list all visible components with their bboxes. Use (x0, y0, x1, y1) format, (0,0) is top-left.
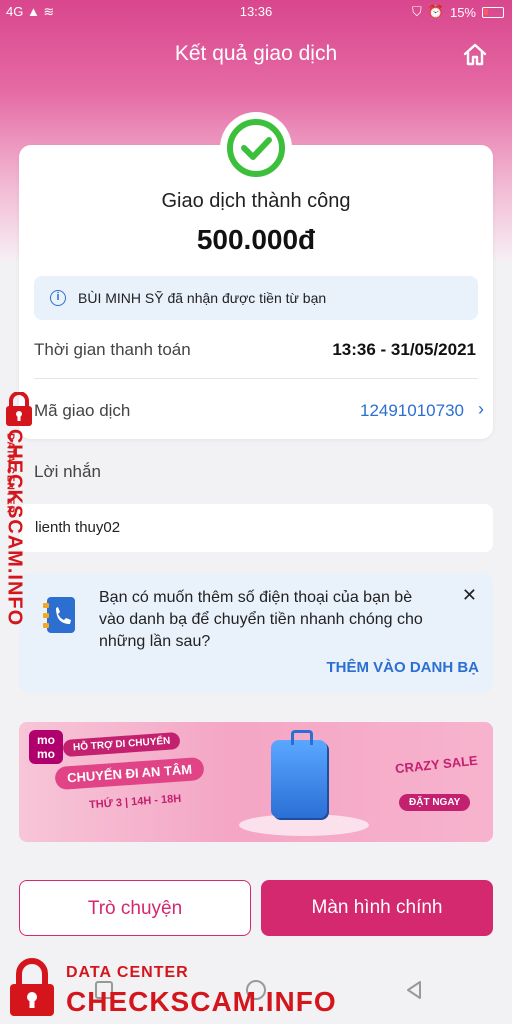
watermark-side: DATA CENTER CHECKSCAM.INFO (0, 388, 56, 638)
payment-time-value: 13:36 - 31/05/2021 (332, 340, 476, 359)
momo-logo: mo mo (29, 730, 63, 764)
banner-headline: CHUYẾN ĐI AN TÂM (54, 756, 205, 791)
banner-tag: HỖ TRỢ DI CHUYỂN (62, 731, 181, 758)
lock-icon (4, 391, 34, 426)
suggestion-text: Bạn có muốn thêm số điện thoại của bạn b… (99, 589, 423, 650)
divider (34, 378, 478, 379)
transaction-amount: 500.000đ (196, 224, 316, 255)
back-nav-icon[interactable] (402, 978, 426, 1002)
transaction-id-link[interactable]: 12491010730 (360, 401, 464, 421)
page-title: Kết quả giao dịch (174, 42, 338, 65)
recipient-info-box: i BÙI MINH SỸ đã nhận được tiền từ bạn (34, 276, 478, 320)
add-contact-suggestion: Bạn có muốn thêm số điện thoại của bạn b… (19, 573, 493, 693)
promo-banner[interactable]: mo mo HỖ TRỢ DI CHUYỂN CHUYẾN ĐI AN TÂM … (19, 722, 493, 842)
close-icon[interactable]: ✕ (462, 585, 477, 606)
home-icon[interactable] (462, 42, 488, 68)
watermark-bottom-big: CHECKSCAM.INFO (66, 986, 337, 1017)
status-bar: 4G ▲ ≋ 13:36 ⛉ ⏰ 15% (0, 0, 512, 24)
shield-icon: ⛉ (412, 4, 422, 19)
add-to-contacts-link[interactable]: THÊM VÀO DANH BẠ (327, 659, 480, 676)
suitcase-illustration (271, 730, 327, 818)
watermark-bottom-small: DATA CENTER (66, 964, 189, 981)
watermark-big-text: CHECKSCAM.INFO (3, 428, 26, 627)
recipient-info-text: BÙI MINH SỸ đã nhận được tiền từ bạn (78, 290, 327, 306)
battery-percent: 15% (449, 4, 476, 20)
battery-icon (482, 6, 504, 18)
banner-schedule: THỨ 3 | 14H - 18H (88, 792, 182, 812)
message-box: lienth thuy02 (19, 504, 493, 552)
transaction-status: Giao dịch thành công (161, 190, 351, 212)
banner-cta: ĐẶT NGAY (399, 794, 471, 811)
watermark-bottom: DATA CENTER CHECKSCAM.INFO (8, 956, 336, 1022)
alarm-icon: ⏰ (427, 4, 444, 19)
info-icon: i (50, 290, 66, 306)
crazy-sale-label: CRAZY SALE (394, 752, 479, 777)
payment-time-label: Thời gian thanh toán (34, 340, 191, 359)
home-screen-button[interactable]: Màn hình chính (261, 880, 493, 936)
success-check-icon (220, 112, 292, 184)
chat-button[interactable]: Trò chuyện (19, 880, 251, 936)
chevron-right-icon[interactable]: › (478, 399, 484, 420)
lock-icon (8, 958, 56, 1018)
